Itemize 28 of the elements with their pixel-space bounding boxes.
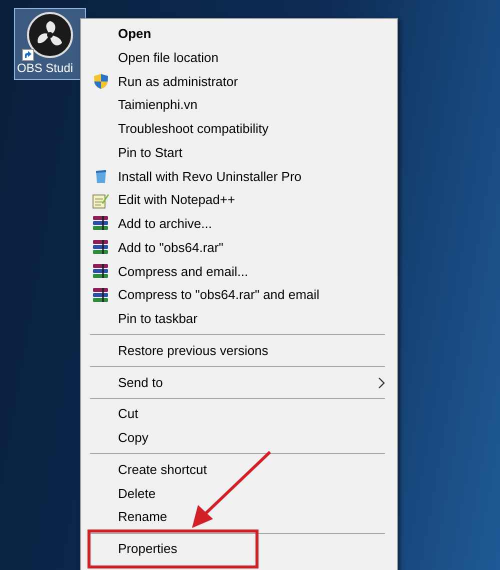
shield-icon — [92, 72, 108, 90]
menu-item[interactable]: Compress and email... — [81, 260, 397, 284]
books-icon — [92, 262, 109, 280]
menu-item[interactable]: Pin to taskbar — [81, 307, 397, 331]
menu-item[interactable]: Add to "obs64.rar" — [81, 236, 397, 260]
desktop-shortcut[interactable]: OBS Studi — [14, 8, 86, 80]
menu-item[interactable]: Add to archive... — [81, 212, 397, 236]
menu-item[interactable]: Install with Revo Uninstaller Pro — [81, 164, 397, 188]
shortcut-label: OBS Studi — [16, 61, 74, 75]
books-icon — [92, 286, 109, 304]
menu-item[interactable]: Compress to "obs64.rar" and email — [81, 283, 397, 307]
menu-item[interactable]: Taimienphi.vn — [81, 93, 397, 117]
menu-item[interactable]: Cut — [81, 402, 397, 426]
menu-item[interactable]: Troubleshoot compatibility — [81, 117, 397, 141]
menu-item[interactable]: Copy — [81, 426, 397, 450]
menu-item[interactable]: Delete — [81, 482, 397, 506]
menu-item[interactable]: Edit with Notepad++ — [81, 188, 397, 212]
books-icon — [92, 215, 109, 232]
menu-item[interactable]: Properties — [81, 537, 397, 561]
menu-item[interactable]: Rename — [81, 505, 397, 529]
menu-item[interactable]: Create shortcut — [81, 458, 397, 482]
menu-item[interactable]: Send to — [81, 370, 397, 394]
menu-item[interactable]: Restore previous versions — [81, 338, 397, 362]
notepad-icon — [92, 192, 109, 209]
bin-icon — [94, 168, 108, 184]
app-logo-icon — [26, 11, 74, 59]
menu-item[interactable]: Pin to Start — [81, 140, 397, 164]
books-icon — [92, 239, 109, 256]
